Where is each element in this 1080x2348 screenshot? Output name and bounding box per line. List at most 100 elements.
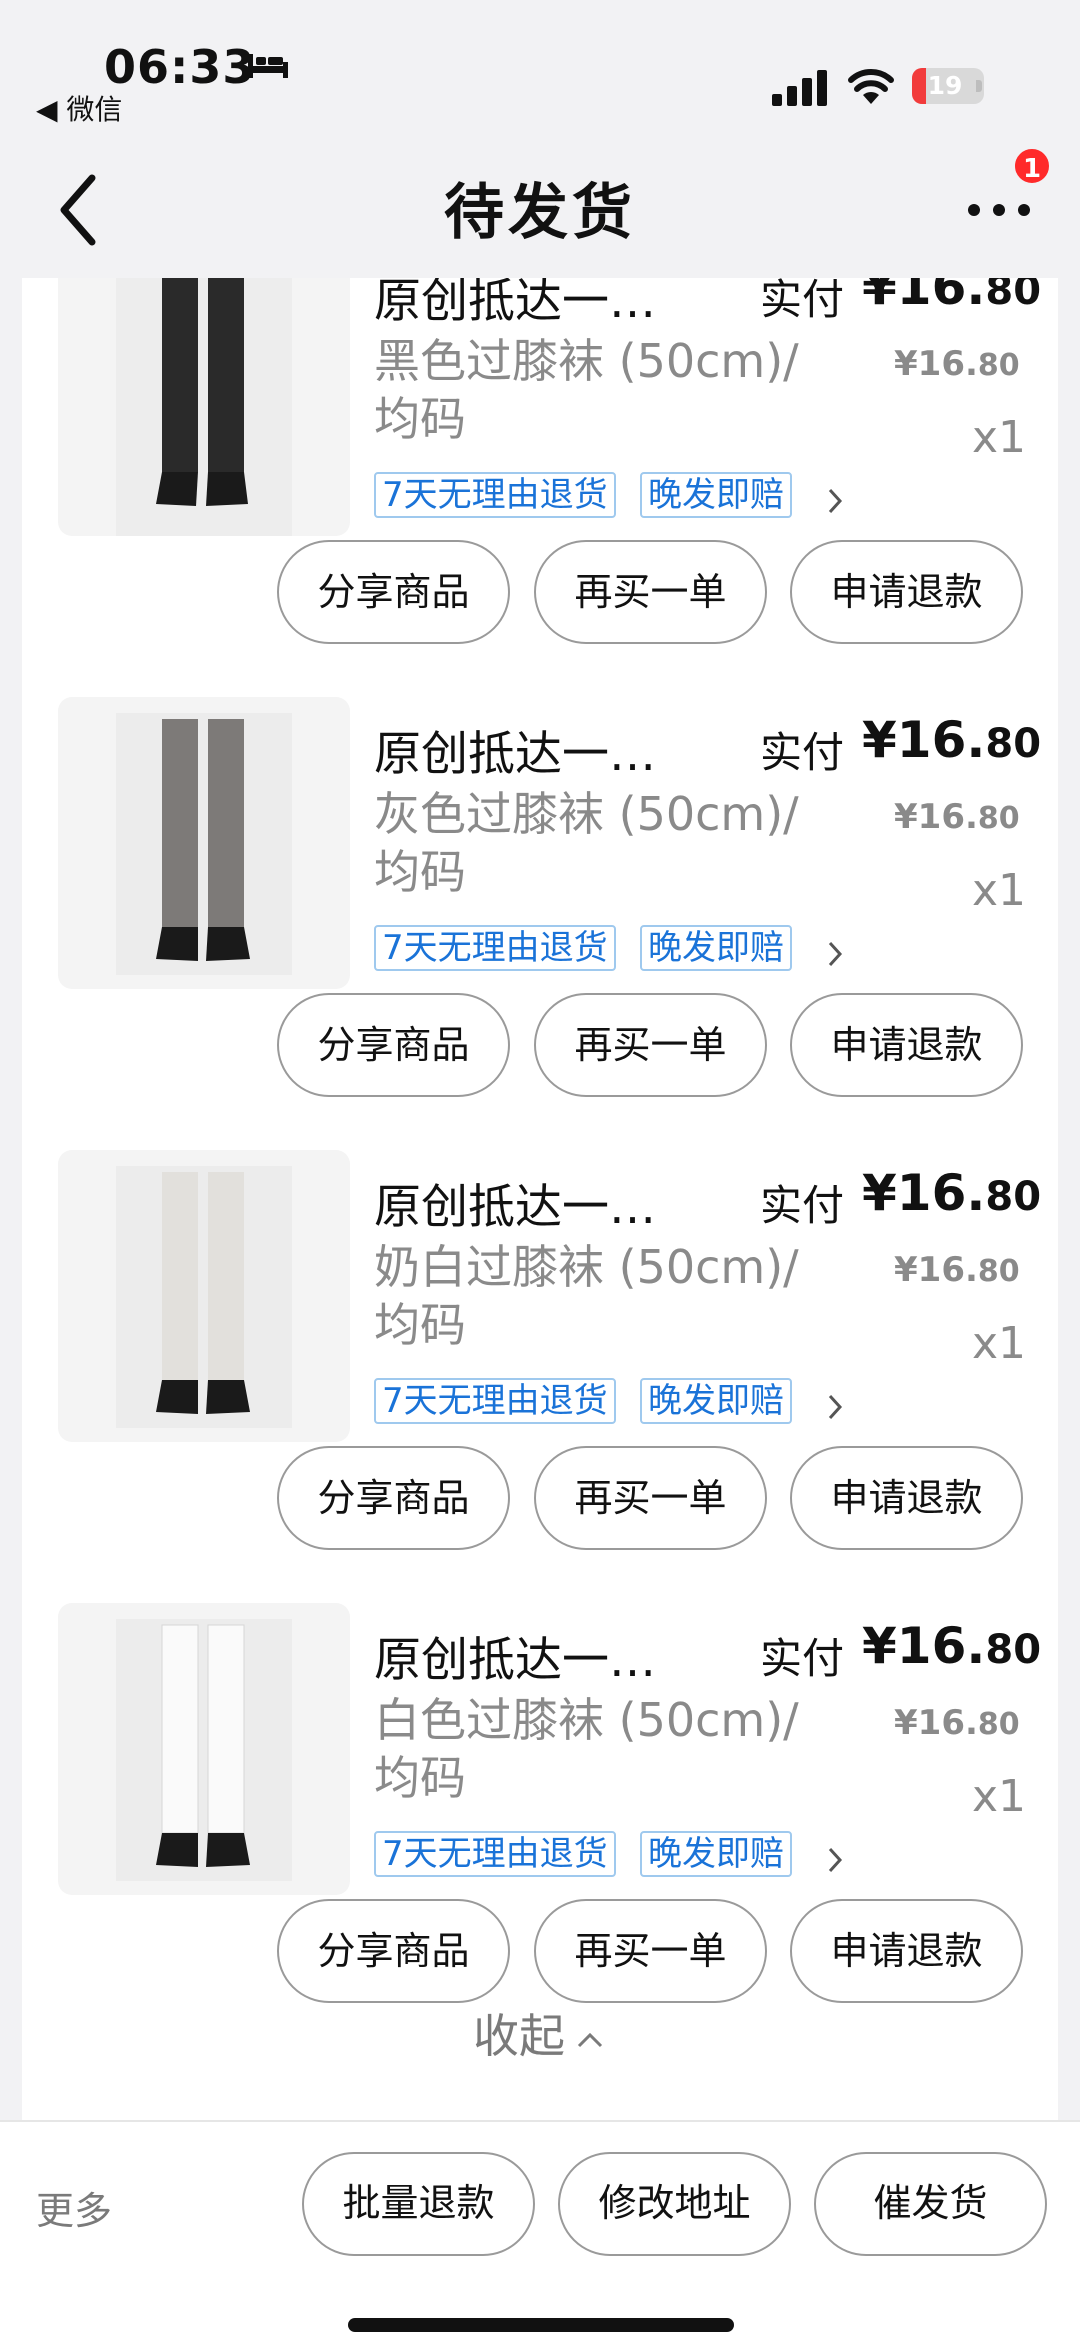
- order-item[interactable]: 原创抵达一… 实付 ¥16.80 灰色过膝袜 (50cm)/均码 ¥16.80 …: [22, 641, 1058, 1097]
- product-thumbnail[interactable]: [58, 1603, 350, 1895]
- share-product-button[interactable]: 分享商品: [277, 540, 510, 644]
- cellular-signal-icon: [772, 70, 827, 106]
- unit-price: ¥16.80: [894, 797, 1020, 837]
- unit-price-cents: 80: [977, 1254, 1020, 1289]
- product-sku: 灰色过膝袜 (50cm)/均码: [374, 785, 844, 901]
- product-sku: 白色过膝袜 (50cm)/均码: [374, 1691, 844, 1807]
- paid-label: 实付: [760, 1634, 845, 1683]
- product-thumbnail[interactable]: [58, 278, 350, 536]
- paid-price: ¥16.80: [862, 1164, 1041, 1222]
- more-options-icon[interactable]: [964, 190, 1034, 230]
- status-bar: 06:33 ◀ 微信 19: [0, 0, 1080, 140]
- return-policy-tag[interactable]: 7天无理由退货: [374, 925, 616, 971]
- battery-cap: [976, 80, 982, 92]
- collapse-label: 收起: [473, 2009, 565, 2063]
- product-thumbnail[interactable]: [58, 697, 350, 989]
- paid-price-cents: 80: [985, 721, 1042, 767]
- late-compensation-tag[interactable]: 晚发即赔: [640, 472, 792, 518]
- change-address-button[interactable]: 修改地址: [558, 2152, 791, 2256]
- chevron-right-icon[interactable]: [824, 1843, 846, 1877]
- share-product-button[interactable]: 分享商品: [277, 993, 510, 1097]
- unit-price-main: ¥16.: [894, 1703, 978, 1743]
- nav-bar: 待发货 1: [0, 140, 1080, 278]
- share-product-button[interactable]: 分享商品: [277, 1899, 510, 2003]
- chevron-right-icon[interactable]: [824, 1390, 846, 1424]
- return-policy-tag[interactable]: 7天无理由退货: [374, 472, 616, 518]
- chevron-right-icon[interactable]: [824, 937, 846, 971]
- product-title: 原创抵达一…: [374, 1180, 656, 1235]
- sku-line: 均码: [374, 392, 466, 446]
- unit-price-main: ¥16.: [894, 1250, 978, 1290]
- more-link[interactable]: 更多: [36, 2180, 112, 2235]
- sku-line: 均码: [374, 1751, 466, 1805]
- sku-line: 奶白过膝袜 (50cm)/: [374, 1240, 799, 1294]
- request-refund-button[interactable]: 申请退款: [790, 1446, 1023, 1550]
- paid-label: 实付: [760, 1181, 845, 1230]
- collapse-toggle[interactable]: 收起: [22, 2000, 1058, 2066]
- sku-line: 黑色过膝袜 (50cm)/: [374, 334, 799, 388]
- buy-again-button[interactable]: 再买一单: [534, 540, 767, 644]
- order-items-card: 原创抵达一… 实付 ¥16.80 黑色过膝袜 (50cm)/均码 ¥16.80 …: [22, 278, 1058, 2120]
- paid-price-main: ¥16.: [862, 1617, 986, 1675]
- paid-price-cents: 80: [985, 278, 1042, 314]
- unit-price: ¥16.80: [894, 1703, 1020, 1743]
- home-indicator[interactable]: [348, 2318, 734, 2332]
- product-thumbnail[interactable]: [58, 1150, 350, 1442]
- late-compensation-tag[interactable]: 晚发即赔: [640, 1378, 792, 1424]
- request-refund-button[interactable]: 申请退款: [790, 1899, 1023, 2003]
- battery-indicator: 19: [912, 68, 984, 104]
- paid-price-main: ¥16.: [862, 278, 986, 316]
- late-compensation-tag[interactable]: 晚发即赔: [640, 1831, 792, 1877]
- sku-line: 均码: [374, 1298, 466, 1352]
- back-to-wechat[interactable]: ◀ 微信: [36, 88, 122, 128]
- quantity: x1: [972, 412, 1027, 463]
- return-policy-tag[interactable]: 7天无理由退货: [374, 1831, 616, 1877]
- order-item[interactable]: 原创抵达一… 实付 ¥16.80 奶白过膝袜 (50cm)/均码 ¥16.80 …: [22, 1094, 1058, 1550]
- product-title: 原创抵达一…: [374, 1633, 656, 1688]
- product-title: 原创抵达一…: [374, 278, 656, 329]
- urge-shipping-button[interactable]: 催发货: [814, 2152, 1047, 2256]
- sock-image-icon: [116, 1619, 292, 1881]
- quantity: x1: [972, 865, 1027, 916]
- unit-price: ¥16.80: [894, 344, 1020, 384]
- unit-price-cents: 80: [977, 801, 1020, 836]
- product-sku: 黑色过膝袜 (50cm)/均码: [374, 332, 844, 448]
- share-product-button[interactable]: 分享商品: [277, 1446, 510, 1550]
- unit-price-main: ¥16.: [894, 797, 978, 837]
- paid-price-main: ¥16.: [862, 1164, 986, 1222]
- order-item[interactable]: 原创抵达一… 实付 ¥16.80 白色过膝袜 (50cm)/均码 ¥16.80 …: [22, 1547, 1058, 2003]
- paid-label: 实付: [760, 728, 845, 777]
- batch-refund-button[interactable]: 批量退款: [302, 2152, 535, 2256]
- product-sku: 奶白过膝袜 (50cm)/均码: [374, 1238, 844, 1354]
- paid-price-cents: 80: [985, 1627, 1042, 1673]
- sku-line: 灰色过膝袜 (50cm)/: [374, 787, 799, 841]
- sock-image-icon: [116, 713, 292, 975]
- buy-again-button[interactable]: 再买一单: [534, 993, 767, 1097]
- paid-price: ¥16.80: [862, 711, 1041, 769]
- buy-again-button[interactable]: 再买一单: [534, 1446, 767, 1550]
- status-time: 06:33: [104, 40, 256, 94]
- battery-percent: 19: [927, 71, 963, 100]
- return-policy-tag[interactable]: 7天无理由退货: [374, 1378, 616, 1424]
- paid-label: 实付: [760, 278, 845, 324]
- request-refund-button[interactable]: 申请退款: [790, 993, 1023, 1097]
- page-title: 待发货: [444, 178, 636, 248]
- unit-price-cents: 80: [977, 1707, 1020, 1742]
- sock-image-icon: [116, 278, 292, 536]
- sku-line: 白色过膝袜 (50cm)/: [374, 1693, 799, 1747]
- buy-again-button[interactable]: 再买一单: [534, 1899, 767, 2003]
- unit-price-cents: 80: [977, 348, 1020, 383]
- paid-price-cents: 80: [985, 1174, 1042, 1220]
- chevron-right-icon[interactable]: [824, 484, 846, 518]
- notification-badge: 1: [1012, 146, 1052, 186]
- chevron-up-icon: [577, 2032, 603, 2047]
- order-item[interactable]: 原创抵达一… 实付 ¥16.80 黑色过膝袜 (50cm)/均码 ¥16.80 …: [22, 278, 1058, 644]
- product-title: 原创抵达一…: [374, 727, 656, 782]
- request-refund-button[interactable]: 申请退款: [790, 540, 1023, 644]
- wifi-icon: [848, 69, 894, 104]
- late-compensation-tag[interactable]: 晚发即赔: [640, 925, 792, 971]
- quantity: x1: [972, 1318, 1027, 1369]
- paid-price: ¥16.80: [862, 278, 1041, 316]
- paid-price-main: ¥16.: [862, 711, 986, 769]
- bottom-action-bar: 更多 批量退款 修改地址 催发货: [0, 2120, 1080, 2348]
